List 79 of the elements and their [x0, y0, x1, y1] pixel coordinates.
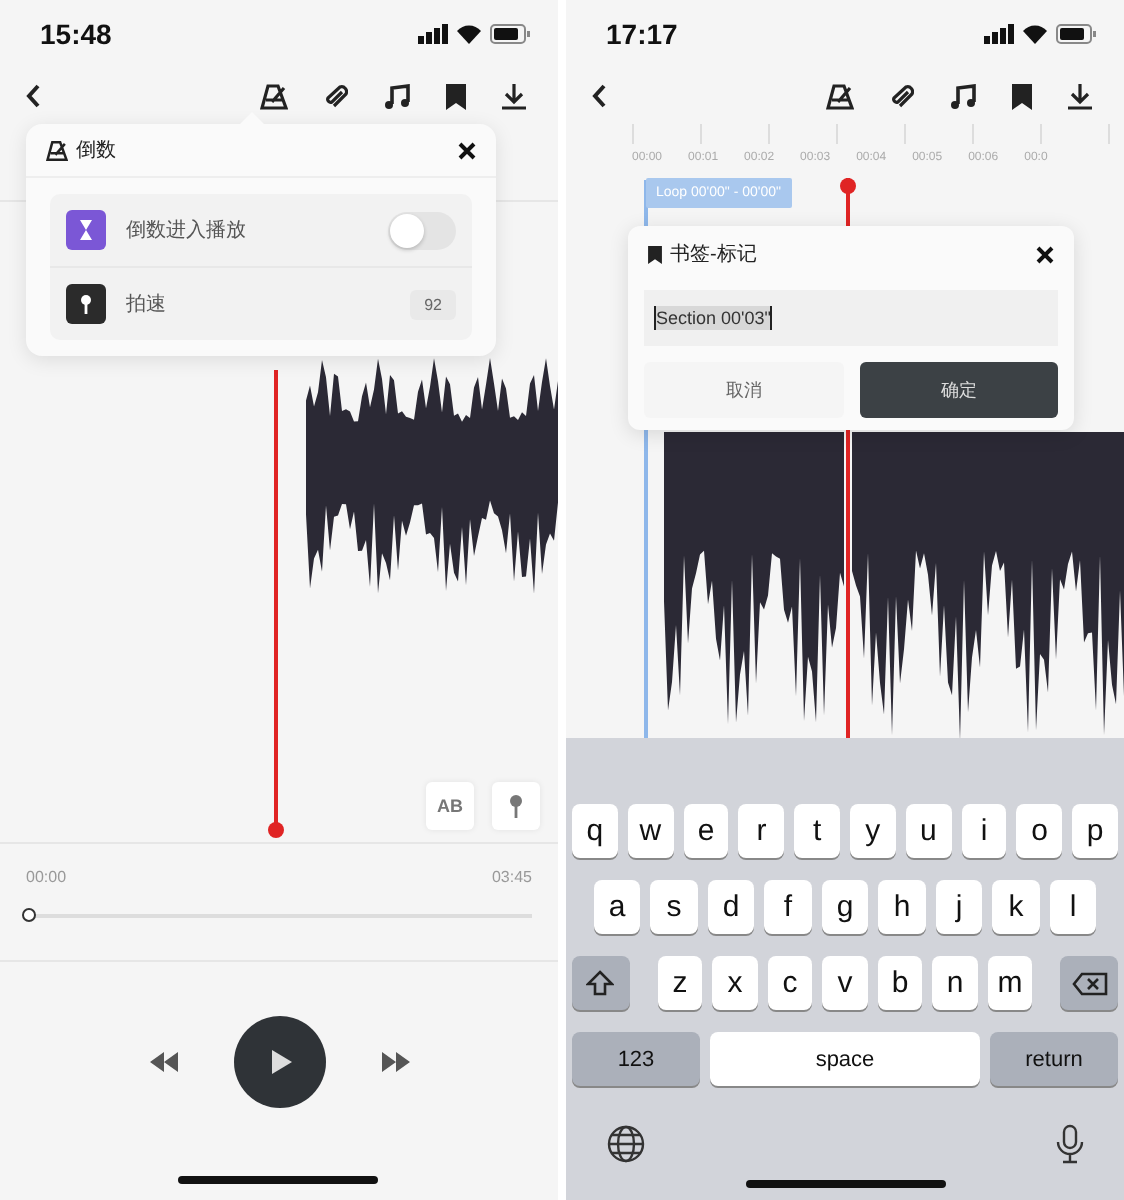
letter-key[interactable]: r: [738, 804, 785, 858]
space-key[interactable]: space: [710, 1032, 980, 1086]
letter-key[interactable]: c: [767, 956, 813, 1010]
hourglass-icon: [66, 210, 106, 250]
download-icon[interactable]: [1068, 83, 1092, 109]
setting-label: 拍速: [126, 291, 166, 318]
letter-key[interactable]: n: [932, 956, 978, 1010]
letter-key[interactable]: y: [850, 804, 896, 858]
setting-label: 倒数进入播放: [126, 217, 246, 244]
letter-key[interactable]: t: [794, 804, 840, 858]
status-time: 15:48: [40, 18, 112, 50]
numbers-key[interactable]: 123: [572, 1032, 700, 1086]
letter-key[interactable]: z: [657, 956, 703, 1010]
letter-key[interactable]: u: [905, 804, 952, 858]
paperclip-icon[interactable]: [890, 83, 914, 109]
letter-key[interactable]: g: [821, 880, 869, 934]
music-note-icon[interactable]: [384, 83, 410, 109]
return-key[interactable]: return: [990, 1032, 1118, 1086]
bookmark-icon[interactable]: [1012, 83, 1032, 109]
letter-key[interactable]: h: [878, 880, 926, 934]
letter-key[interactable]: f: [764, 880, 812, 934]
letter-key[interactable]: k: [992, 880, 1040, 934]
wifi-icon: [456, 24, 482, 44]
rewind-icon[interactable]: [149, 1052, 177, 1072]
metronome-icon: [46, 139, 68, 161]
letter-key[interactable]: d: [707, 880, 755, 934]
download-icon[interactable]: [502, 83, 526, 109]
microphone-icon[interactable]: [1056, 1124, 1084, 1164]
globe-icon[interactable]: [606, 1124, 646, 1164]
battery-icon: [490, 24, 530, 44]
letter-key[interactable]: b: [877, 956, 923, 1010]
music-note-icon[interactable]: [950, 83, 976, 109]
close-icon[interactable]: [458, 141, 476, 159]
total-time: 03:45: [491, 868, 532, 886]
delete-icon: [1071, 971, 1108, 995]
letter-key[interactable]: w: [627, 804, 674, 858]
signal-icon: [418, 24, 448, 44]
pin-icon: [508, 794, 524, 818]
back-icon[interactable]: [26, 84, 42, 108]
play-button[interactable]: [233, 1016, 325, 1108]
back-icon[interactable]: [592, 84, 608, 108]
close-icon[interactable]: [1036, 245, 1054, 263]
bookmark-name-field[interactable]: Section 00'03": [644, 290, 1058, 346]
play-icon: [270, 1048, 294, 1076]
letter-key[interactable]: v: [822, 956, 868, 1010]
letter-key[interactable]: q: [572, 804, 618, 858]
letter-key[interactable]: x: [712, 956, 758, 1010]
cancel-button[interactable]: 取消: [644, 362, 843, 418]
popover-title: 倒数: [76, 138, 116, 164]
progress-thumb[interactable]: [22, 908, 36, 922]
letter-key[interactable]: l: [1049, 880, 1097, 934]
countdown-toggle[interactable]: [388, 211, 456, 249]
pin-icon: [66, 284, 106, 324]
letter-key[interactable]: i: [961, 804, 1007, 858]
letter-key[interactable]: s: [650, 880, 698, 934]
letter-key[interactable]: m: [987, 956, 1033, 1010]
confirm-button[interactable]: 确定: [859, 362, 1058, 418]
battery-icon: [1056, 24, 1096, 44]
ab-loop-button[interactable]: AB: [426, 782, 474, 830]
letter-key[interactable]: o: [1016, 804, 1063, 858]
letter-key[interactable]: a: [593, 880, 641, 934]
wifi-icon: [1022, 24, 1048, 44]
letter-key[interactable]: p: [1072, 804, 1118, 858]
signal-icon: [984, 24, 1014, 44]
metronome-icon[interactable]: [260, 83, 288, 109]
delete-key[interactable]: [1060, 956, 1118, 1010]
fast-forward-icon[interactable]: [381, 1052, 409, 1072]
elapsed-time: 00:00: [26, 868, 67, 886]
dialog-title: 书签-标记: [670, 241, 757, 268]
metronome-icon[interactable]: [826, 83, 854, 109]
letter-key[interactable]: j: [935, 880, 983, 934]
pin-button[interactable]: [492, 782, 540, 830]
bookmark-icon[interactable]: [446, 83, 466, 109]
letter-key[interactable]: e: [683, 804, 729, 858]
shift-key[interactable]: [572, 956, 630, 1010]
tempo-value[interactable]: 92: [410, 289, 456, 319]
shift-icon: [586, 970, 615, 996]
status-time: 17:17: [606, 18, 678, 50]
paperclip-icon[interactable]: [324, 83, 348, 109]
